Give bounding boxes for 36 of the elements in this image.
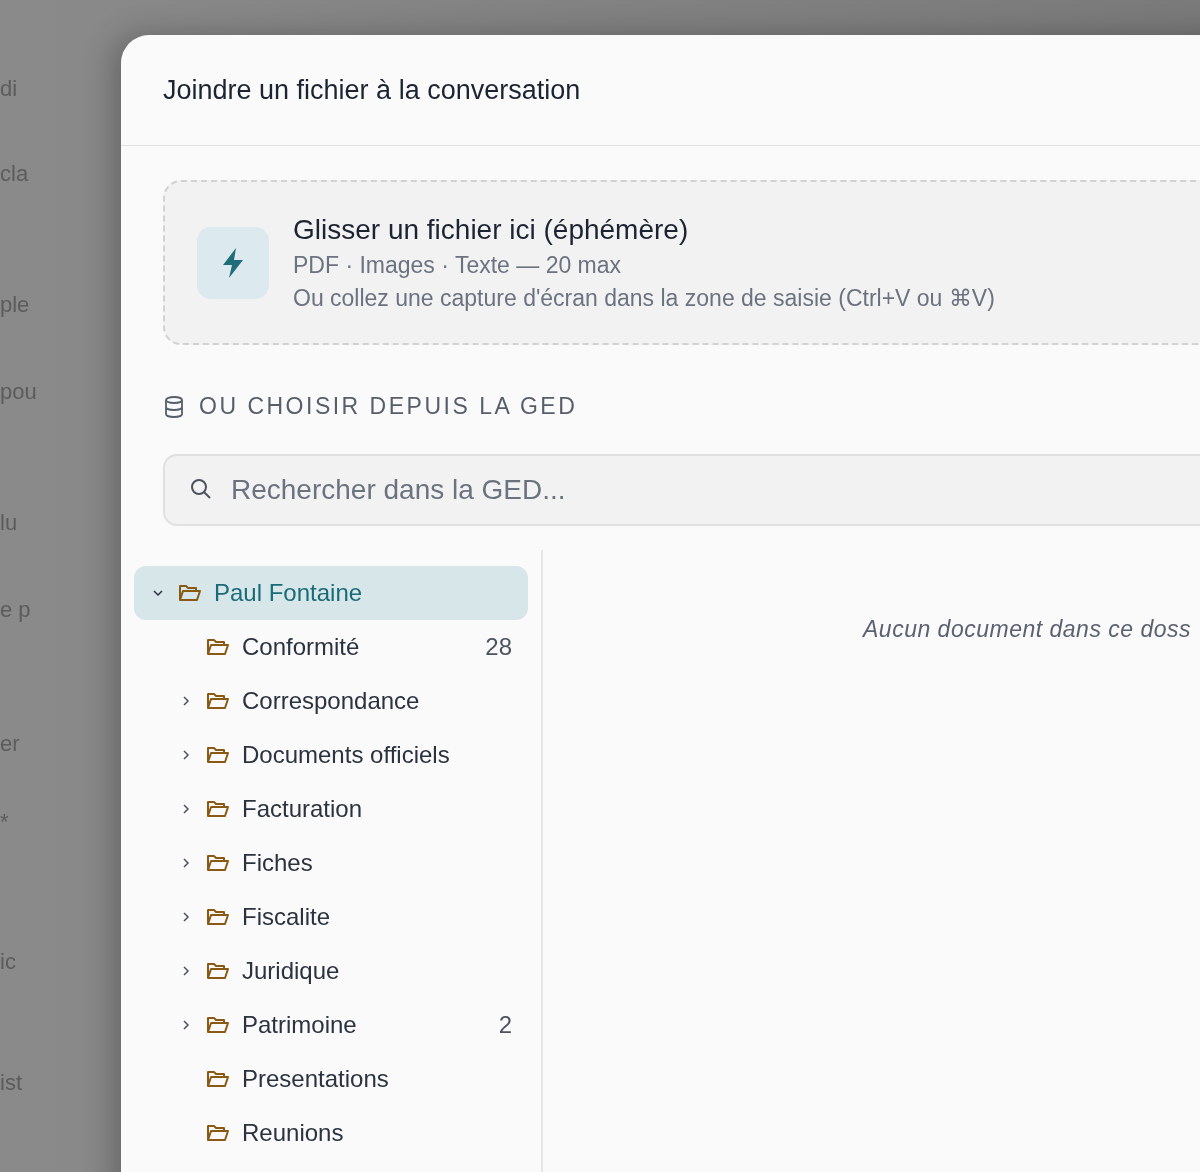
drop-formats: PDF · Images · Texte — 20 max — [293, 251, 623, 279]
folder-icon — [206, 1123, 230, 1143]
folder-tree-item[interactable]: Reunions — [134, 1106, 528, 1160]
folder-tree-item[interactable]: Correspondance — [134, 674, 528, 728]
folder-tree-item[interactable]: Patrimoine 2 — [134, 998, 528, 1052]
dialog-title: Joindre un fichier à la conversation — [163, 74, 581, 106]
folder-tree-item[interactable]: Documents officiels — [134, 728, 528, 782]
folder-icon — [206, 1069, 230, 1089]
folder-icon — [178, 583, 202, 603]
folder-icon — [206, 961, 230, 981]
folder-tree-item[interactable]: Fiscalite — [134, 890, 528, 944]
folder-tree-item[interactable]: Facturation — [134, 782, 528, 836]
blurred-text: * — [0, 809, 10, 831]
search-field[interactable]: Rechercher dans la GED... — [163, 454, 1200, 526]
folder-icon — [206, 1015, 230, 1035]
folder-icon — [206, 799, 230, 819]
folder-tree-item[interactable]: Presentations — [134, 1052, 528, 1106]
drop-title: Glisser un fichier ici (éphémère) — [293, 213, 690, 246]
drop-zone[interactable]: Glisser un fichier ici (éphémère) PDF · Images · Texte — 20 max Ou collez une capture d'écran dans la zone de saisie (Ctrl+V ou ⌘V) — [163, 180, 1200, 345]
lightning-icon — [220, 246, 246, 279]
drop-hint: Ou collez une capture d'écran dans la zone de saisie (Ctrl+V ou ⌘V) — [293, 284, 995, 312]
folder-icon — [206, 853, 230, 873]
folder-icon — [206, 907, 230, 927]
item-count: 28 — [485, 633, 512, 661]
database-icon — [163, 394, 185, 419]
folder-icon — [206, 745, 230, 765]
folder-tree-item[interactable]: Juridique — [134, 944, 528, 998]
folder-tree-item[interactable]: Conformité 28 — [134, 620, 528, 674]
item-count: 2 — [498, 1011, 512, 1039]
empty-message: Aucun document dans ce doss — [863, 616, 1192, 642]
folder-tree-item[interactable]: Paul Fontaine — [134, 566, 528, 620]
folder-tree-item[interactable]: Fiches — [134, 836, 528, 890]
section-label: OU CHOISIR DEPUIS LA GED — [199, 393, 578, 420]
folder-icon — [206, 637, 230, 657]
folder-icon — [206, 691, 230, 711]
search-icon — [189, 477, 213, 501]
